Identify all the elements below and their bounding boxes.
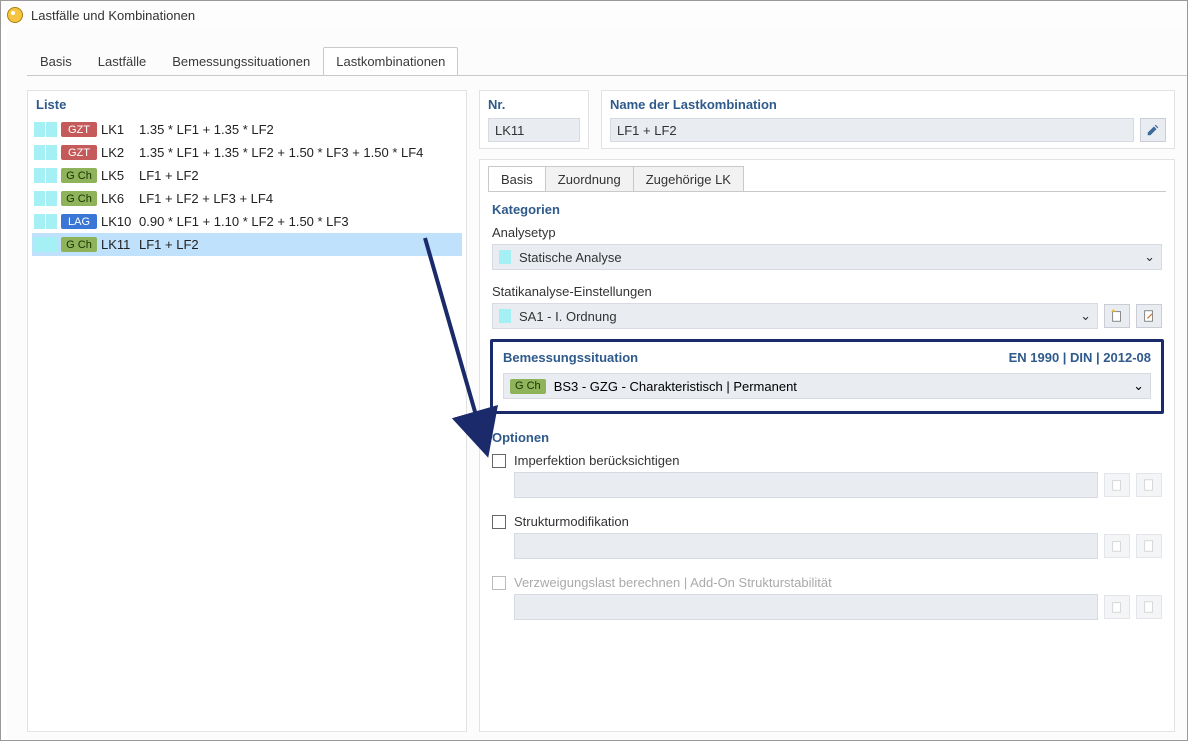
subtab-basis[interactable]: Basis	[488, 166, 546, 192]
design-badge: G Ch	[61, 191, 97, 206]
analysetyp-label: Analysetyp	[492, 225, 1162, 240]
lk-name: LF1 + LF2	[139, 168, 199, 183]
verzweigung-label: Verzweigungslast berechnen | Add-On Stru…	[514, 575, 832, 590]
list-item[interactable]: GZT LK2 1.35 * LF1 + 1.35 * LF2 + 1.50 * L…	[32, 141, 462, 164]
color-swatch-icon	[499, 250, 511, 264]
verzweigung-edit-button	[1136, 595, 1162, 619]
imperfektion-combo[interactable]	[514, 472, 1098, 498]
statik-label: Statikanalyse-Einstellungen	[492, 284, 1162, 299]
tab-lastkombinationen[interactable]: Lastkombinationen	[323, 47, 458, 76]
statik-new-button[interactable]	[1104, 304, 1130, 328]
kategorien-title: Kategorien	[492, 202, 1162, 217]
optionen-title: Optionen	[492, 430, 1162, 445]
strukturmod-new-button	[1104, 534, 1130, 558]
statik-combo[interactable]: SA1 - I. Ordnung ⌄	[492, 303, 1098, 329]
analysetyp-value: Statische Analyse	[519, 250, 1136, 265]
window-title: Lastfälle und Kombinationen	[31, 8, 195, 23]
design-value: BS3 - GZG - Charakteristisch | Permanent	[554, 379, 1125, 394]
design-badge: G Ch	[510, 379, 546, 394]
list-item[interactable]: G Ch LK11 LF1 + LF2	[32, 233, 462, 256]
edit-doc-icon	[1142, 539, 1156, 553]
verzweigung-combo	[514, 594, 1098, 620]
new-doc-icon	[1110, 539, 1124, 553]
strukturmod-combo[interactable]	[514, 533, 1098, 559]
lk-name: LF1 + LF2 + LF3 + LF4	[139, 191, 273, 206]
imperfektion-new-button	[1104, 473, 1130, 497]
color-swatch-icon	[34, 145, 57, 160]
main-tabs: Basis Lastfälle Bemessungssituationen La…	[7, 47, 1187, 76]
nr-label: Nr.	[488, 97, 580, 112]
lk-id: LK5	[101, 168, 135, 183]
verzweigung-checkbox	[492, 576, 506, 590]
color-swatch-icon	[34, 191, 57, 206]
lk-id: LK1	[101, 122, 135, 137]
list-item[interactable]: G Ch LK5 LF1 + LF2	[32, 164, 462, 187]
list-item[interactable]: G Ch LK6 LF1 + LF2 + LF3 + LF4	[32, 187, 462, 210]
tab-lastfaelle[interactable]: Lastfälle	[85, 47, 159, 76]
name-label: Name der Lastkombination	[610, 97, 1166, 112]
statik-value: SA1 - I. Ordnung	[519, 309, 1072, 324]
chevron-down-icon: ⌄	[1080, 308, 1091, 324]
chevron-down-icon: ⌄	[1133, 378, 1144, 394]
liste-title: Liste	[28, 91, 466, 118]
tab-basis[interactable]: Basis	[27, 47, 85, 76]
imperfektion-checkbox[interactable]	[492, 454, 506, 468]
imperfektion-label: Imperfektion berücksichtigen	[514, 453, 679, 468]
lk-id: LK10	[101, 214, 135, 229]
rename-button[interactable]	[1140, 118, 1166, 142]
design-norm: EN 1990 | DIN | 2012-08	[1009, 350, 1151, 365]
design-badge: GZT	[61, 122, 97, 137]
color-swatch-icon	[34, 214, 57, 229]
design-badge: GZT	[61, 145, 97, 160]
color-swatch-icon	[34, 168, 57, 183]
lk-name: LF1 + LF2	[139, 237, 199, 252]
tab-bemessungssituationen[interactable]: Bemessungssituationen	[159, 47, 323, 76]
color-swatch-icon	[34, 237, 57, 252]
color-swatch-icon	[34, 122, 57, 137]
lk-id: LK6	[101, 191, 135, 206]
new-doc-icon	[1110, 309, 1124, 323]
strukturmod-checkbox[interactable]	[492, 515, 506, 529]
new-doc-icon	[1110, 600, 1124, 614]
subtab-zuordnung[interactable]: Zuordnung	[545, 166, 634, 192]
chevron-down-icon: ⌄	[1144, 249, 1155, 265]
statik-edit-button[interactable]	[1136, 304, 1162, 328]
new-doc-icon	[1110, 478, 1124, 492]
pencil-icon	[1146, 123, 1160, 137]
imperfektion-edit-button	[1136, 473, 1162, 497]
list-item[interactable]: GZT LK1 1.35 * LF1 + 1.35 * LF2	[32, 118, 462, 141]
edit-doc-icon	[1142, 600, 1156, 614]
color-swatch-icon	[499, 309, 511, 323]
analysetyp-combo[interactable]: Statische Analyse ⌄	[492, 244, 1162, 270]
lk-id: LK11	[101, 237, 135, 252]
strukturmod-edit-button	[1136, 534, 1162, 558]
combo-list: GZT LK1 1.35 * LF1 + 1.35 * LF2 GZT LK2 1.35 …	[28, 118, 466, 731]
lk-id: LK2	[101, 145, 135, 160]
nr-value[interactable]: LK11	[488, 118, 580, 142]
edit-doc-icon	[1142, 309, 1156, 323]
lk-name: 1.35 * LF1 + 1.35 * LF2 + 1.50 * LF3 + 1…	[139, 145, 423, 160]
subtab-zugehoerige[interactable]: Zugehörige LK	[633, 166, 744, 192]
lk-name: 1.35 * LF1 + 1.35 * LF2	[139, 122, 274, 137]
app-icon	[7, 7, 23, 23]
name-value[interactable]: LF1 + LF2	[610, 118, 1134, 142]
design-badge: G Ch	[61, 237, 97, 252]
strukturmod-label: Strukturmodifikation	[514, 514, 629, 529]
design-title: Bemessungssituation	[503, 350, 638, 365]
design-badge: LAG	[61, 214, 97, 229]
lk-name: 0.90 * LF1 + 1.10 * LF2 + 1.50 * LF3	[139, 214, 349, 229]
design-combo[interactable]: G Ch BS3 - GZG - Charakteristisch | Perm…	[503, 373, 1151, 399]
verzweigung-new-button	[1104, 595, 1130, 619]
list-item[interactable]: LAG LK10 0.90 * LF1 + 1.10 * LF2 + 1.50 * …	[32, 210, 462, 233]
design-badge: G Ch	[61, 168, 97, 183]
edit-doc-icon	[1142, 478, 1156, 492]
